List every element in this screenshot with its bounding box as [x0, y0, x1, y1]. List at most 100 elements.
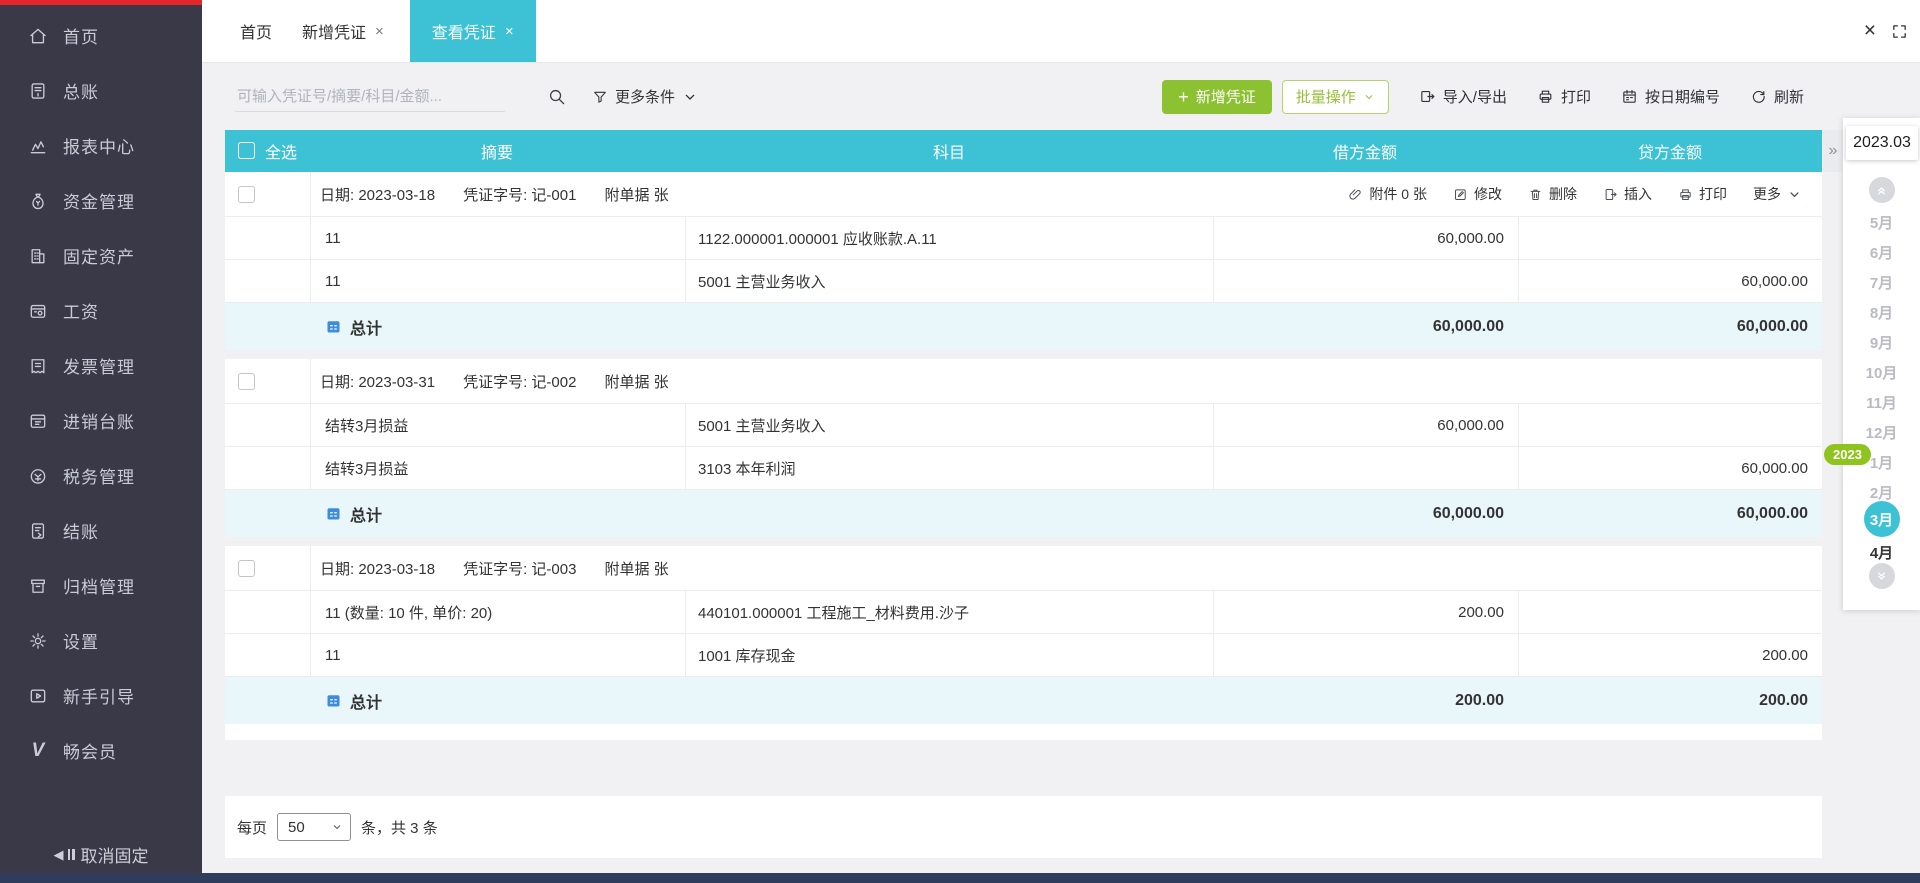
- number-by-date-button[interactable]: 按日期编号: [1621, 86, 1720, 107]
- paperclip-icon: [1348, 187, 1363, 202]
- total-credit: 60,000.00: [1737, 318, 1808, 336]
- search-icon: [547, 87, 566, 106]
- voucher-checkbox[interactable]: [238, 560, 255, 577]
- month-item-selected[interactable]: 3月: [1843, 504, 1920, 534]
- app-window: 首页 总账 报表中心 资金管理 固定资产 工资: [0, 0, 1920, 883]
- voucher-meta: 日期: 2023-03-31 凭证字号: 记-002 附单据 张: [310, 359, 1822, 403]
- month-item[interactable]: 7月: [1843, 267, 1920, 297]
- total-label-cell: 总计: [225, 303, 1213, 350]
- tab-view-voucher[interactable]: 查看凭证 ×: [410, 0, 536, 62]
- month-item[interactable]: 9月: [1843, 327, 1920, 357]
- tab-add-voucher[interactable]: 新增凭证 ×: [302, 0, 384, 62]
- window-fullscreen-button[interactable]: [1891, 0, 1908, 62]
- month-item[interactable]: 8月: [1843, 297, 1920, 327]
- voucher-line-row[interactable]: 结转3月损益 5001 主营业务收入 60,000.00: [225, 404, 1822, 447]
- voucher-header-row[interactable]: 日期: 2023-03-18 凭证字号: 记-001 附单据 张 附件 0 张: [225, 172, 1822, 217]
- ledger-icon: [28, 81, 48, 101]
- fullscreen-icon: [1891, 23, 1908, 40]
- scroll-down-button[interactable]: [1869, 563, 1895, 589]
- debit-cell: 200.00: [1458, 604, 1504, 621]
- voucher-line-row[interactable]: 11 (数量: 10 件, 单价: 20) 440101.000001 工程施工…: [225, 591, 1822, 634]
- more-action[interactable]: 更多: [1753, 184, 1802, 204]
- delete-action[interactable]: 删除: [1528, 184, 1577, 204]
- sidebar-item-settings[interactable]: 设置: [0, 613, 202, 668]
- sidebar-item-purchase-sales-ledger[interactable]: 进销台账: [0, 393, 202, 448]
- print-button[interactable]: 打印: [1537, 86, 1591, 107]
- sidebar-item-home[interactable]: 首页: [0, 8, 202, 63]
- voucher-date: 日期: 2023-03-18: [320, 184, 435, 205]
- home-icon: [28, 26, 48, 46]
- sidebar-item-invoice-management[interactable]: 发票管理: [0, 338, 202, 393]
- window-close-button[interactable]: ×: [1864, 0, 1876, 62]
- gear-icon: [28, 631, 48, 651]
- sidebar-item-label: 进销台账: [63, 408, 135, 433]
- total-label-cell: 总计: [225, 677, 1213, 724]
- tab-close-icon[interactable]: ×: [505, 23, 514, 40]
- sidebar-item-member[interactable]: V 畅会员: [0, 723, 202, 778]
- month-item[interactable]: 6月: [1843, 237, 1920, 267]
- import-export-button[interactable]: 导入/导出: [1419, 86, 1507, 107]
- batch-operations-button[interactable]: 批量操作: [1282, 80, 1389, 114]
- sidebar-item-fixed-assets[interactable]: 固定资产: [0, 228, 202, 283]
- sidebar-item-report-center[interactable]: 报表中心: [0, 118, 202, 173]
- total-calc-icon: [325, 692, 342, 709]
- scroll-up-button[interactable]: [1869, 177, 1895, 203]
- collapse-month-panel-button[interactable]: »: [1823, 130, 1843, 172]
- voucher-attachment-note: 附单据 张: [604, 558, 668, 579]
- attachment-action[interactable]: 附件 0 张: [1348, 184, 1427, 204]
- voucher-line-row[interactable]: 11 1001 库存现金 200.00: [225, 634, 1822, 677]
- search-input[interactable]: [235, 82, 505, 112]
- voucher-date: 日期: 2023-03-18: [320, 558, 435, 579]
- sidebar-item-label: 畅会员: [63, 738, 117, 763]
- voucher-header-row[interactable]: 日期: 2023-03-31 凭证字号: 记-002 附单据 张: [225, 359, 1822, 404]
- sidebar-item-archive-management[interactable]: 归档管理: [0, 558, 202, 613]
- group-total-row: 总计 200.00 200.00: [225, 677, 1822, 724]
- credit-cell: 60,000.00: [1741, 460, 1808, 477]
- voucher-number: 凭证字号: 记-001: [463, 184, 576, 205]
- search-button[interactable]: [547, 87, 566, 106]
- month-item[interactable]: 11月: [1843, 387, 1920, 417]
- month-item[interactable]: 10月: [1843, 357, 1920, 387]
- money-bag-icon: [28, 191, 48, 211]
- column-header-account: 科目: [933, 130, 965, 172]
- sidebar-item-label: 发票管理: [63, 353, 135, 378]
- voucher-checkbox[interactable]: [238, 186, 255, 203]
- month-item[interactable]: 12月: [1843, 417, 1920, 447]
- select-all-checkbox[interactable]: [238, 142, 255, 159]
- chevron-down-icon: [331, 821, 343, 833]
- tab-close-icon[interactable]: ×: [375, 23, 384, 40]
- voucher-header-row[interactable]: 日期: 2023-03-18 凭证字号: 记-003 附单据 张: [225, 546, 1822, 591]
- page-size-value: 50: [288, 819, 305, 836]
- page-size-select[interactable]: 50: [277, 813, 351, 841]
- voucher-meta: 日期: 2023-03-18 凭证字号: 记-001 附单据 张 附件 0 张: [310, 172, 1822, 216]
- total-calc-icon: [325, 505, 342, 522]
- more-filters-button[interactable]: 更多条件: [592, 86, 698, 107]
- voucher-line-row[interactable]: 11 1122.000001.000001 应收账款.A.11 60,000.0…: [225, 217, 1822, 260]
- voucher-checkbox[interactable]: [238, 373, 255, 390]
- print-action[interactable]: 打印: [1678, 184, 1727, 204]
- refresh-icon: [1750, 88, 1767, 105]
- sidebar-item-general-ledger[interactable]: 总账: [0, 63, 202, 118]
- select-all-label: 全选: [265, 130, 297, 172]
- tab-home[interactable]: 首页: [240, 0, 272, 62]
- sidebar-item-beginner-guide[interactable]: 新手引导: [0, 668, 202, 723]
- credit-cell: 60,000.00: [1741, 273, 1808, 290]
- unpin-sidebar-button[interactable]: ◀ 取消固定: [0, 842, 202, 867]
- edit-action[interactable]: 修改: [1453, 184, 1502, 204]
- insert-action[interactable]: 插入: [1603, 184, 1652, 204]
- sidebar-item-tax-management[interactable]: 税务管理: [0, 448, 202, 503]
- current-period: 2023.03: [1846, 126, 1918, 160]
- refresh-button[interactable]: 刷新: [1750, 86, 1804, 107]
- sidebar-item-payroll[interactable]: 工资: [0, 283, 202, 338]
- sidebar-item-label: 设置: [63, 628, 99, 653]
- sidebar-item-fund-management[interactable]: 资金管理: [0, 173, 202, 228]
- sidebar-item-label: 新手引导: [63, 683, 135, 708]
- add-voucher-button[interactable]: + 新增凭证: [1162, 80, 1272, 114]
- month-item[interactable]: 5月: [1843, 207, 1920, 237]
- account-cell: 3103 本年利润: [698, 458, 796, 479]
- voucher-line-row[interactable]: 11 5001 主营业务收入 60,000.00: [225, 260, 1822, 303]
- sidebar-item-closing[interactable]: 结账: [0, 503, 202, 558]
- column-header-summary: 摘要: [481, 130, 513, 172]
- collapse-bars-icon: [68, 845, 77, 865]
- voucher-line-row[interactable]: 结转3月损益 3103 本年利润 60,000.00: [225, 447, 1822, 490]
